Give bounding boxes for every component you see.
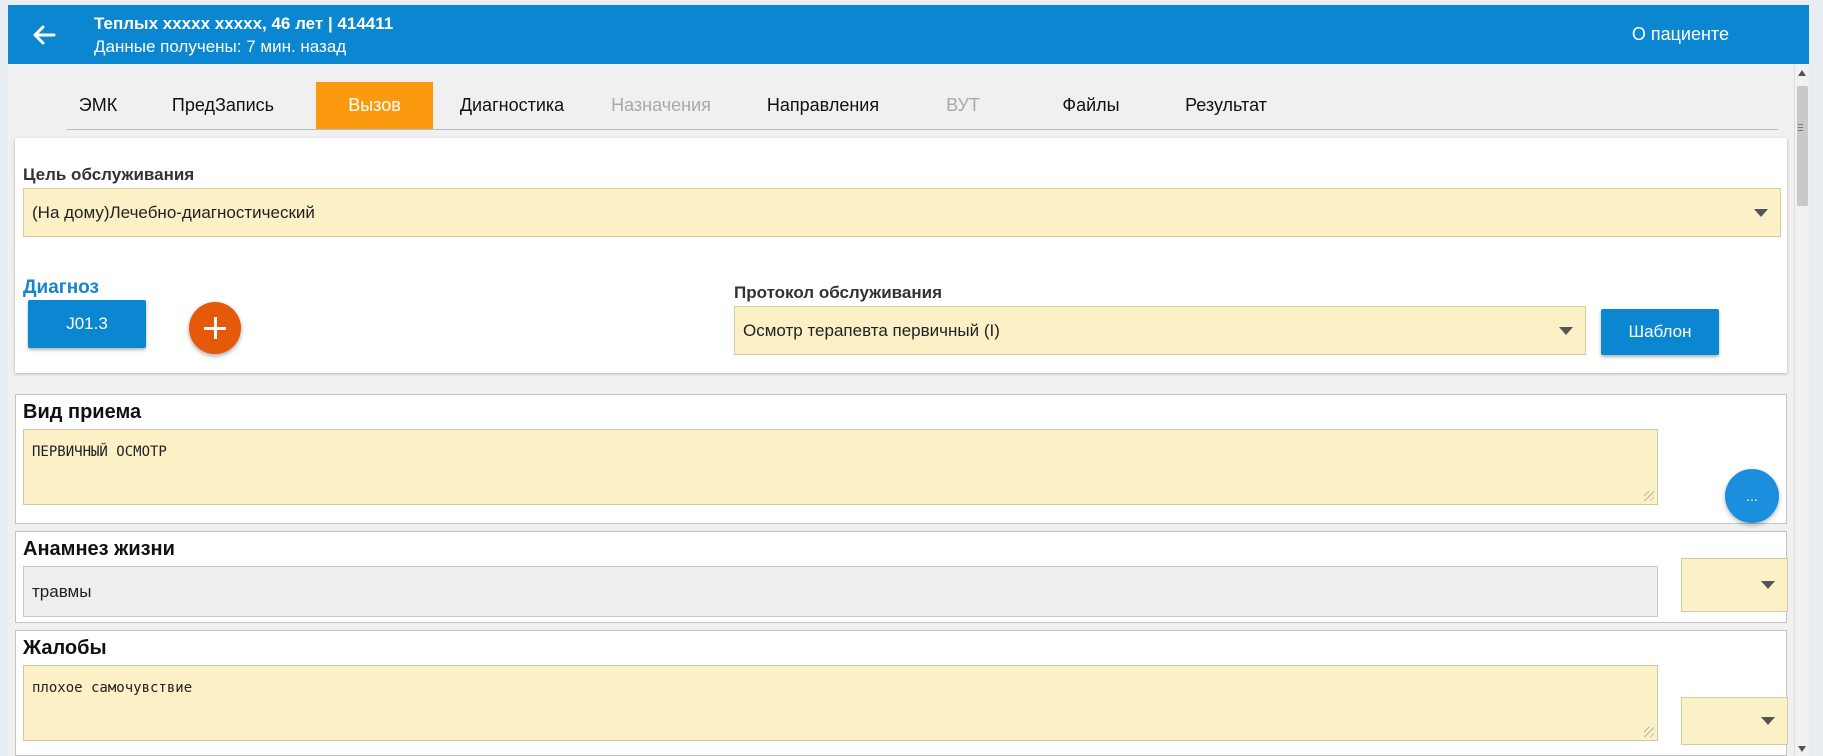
app-window: Теплых xxxxx xxxxx, 46 лет | 414411 Данн… bbox=[8, 5, 1809, 756]
complaints-section: Жалобы плохое самочувствие bbox=[15, 630, 1788, 756]
life-anamnesis-section: Анамнез жизни травмы bbox=[15, 531, 1788, 623]
chevron-down-icon bbox=[1761, 717, 1775, 725]
visit-type-textarea[interactable]: ПЕРВИЧНЫЙ ОСМОТР bbox=[23, 429, 1658, 505]
tab-diagnostika[interactable]: Диагностика bbox=[453, 82, 571, 129]
protocol-value: Осмотр терапевта первичный (I) bbox=[743, 320, 1000, 340]
complaints-value: плохое самочувствие bbox=[32, 680, 193, 696]
tab-vyzov[interactable]: Вызов bbox=[316, 82, 433, 129]
tab-emk[interactable]: ЭМК bbox=[66, 82, 130, 129]
life-anamnesis-dropdown[interactable] bbox=[1681, 558, 1788, 612]
life-anamnesis-value: травмы bbox=[32, 581, 92, 601]
scroll-up-arrow-icon[interactable] bbox=[1798, 70, 1806, 76]
service-goal-label: Цель обслуживания bbox=[23, 165, 195, 184]
diagnosis-label[interactable]: Диагноз bbox=[23, 277, 99, 299]
service-goal-select[interactable]: (На дому)Лечебно-диагностический bbox=[23, 188, 1781, 237]
complaints-dropdown[interactable] bbox=[1681, 697, 1788, 745]
data-received-status: Данные получены: 7 мин. назад bbox=[94, 37, 347, 56]
service-card: Цель обслуживания (На дому)Лечебно-диагн… bbox=[15, 138, 1787, 373]
patient-title: Теплых xxxxx xxxxx, 46 лет | 414411 bbox=[94, 14, 394, 33]
protocol-select[interactable]: Осмотр терапевта первичный (I) bbox=[734, 306, 1586, 355]
resize-grip-icon[interactable] bbox=[1644, 491, 1654, 501]
tab-naznacheniya: Назначения bbox=[611, 95, 711, 115]
tab-vut: ВУТ bbox=[946, 95, 980, 115]
visit-type-section: Вид приема ПЕРВИЧНЫЙ ОСМОТР ... bbox=[15, 394, 1787, 524]
chevron-down-icon bbox=[1559, 326, 1573, 335]
tab-faily[interactable]: Файлы bbox=[1056, 82, 1126, 129]
template-button[interactable]: Шаблон bbox=[1601, 309, 1719, 355]
tab-prezapis[interactable]: ПредЗапись bbox=[166, 82, 280, 129]
scroll-down-arrow-icon[interactable] bbox=[1798, 746, 1806, 752]
about-patient-link[interactable]: О пациенте bbox=[1632, 24, 1729, 45]
life-anamnesis-title: Анамнез жизни bbox=[23, 538, 175, 560]
vertical-scrollbar[interactable] bbox=[1794, 64, 1809, 756]
visit-type-value: ПЕРВИЧНЫЙ ОСМОТР bbox=[32, 444, 167, 460]
scrollbar-thumb[interactable] bbox=[1797, 86, 1808, 206]
tab-bar: ЭМК ПредЗапись Вызов Диагностика Назначе… bbox=[66, 82, 1778, 130]
tab-napravleniya[interactable]: Направления bbox=[760, 82, 886, 129]
life-anamnesis-field[interactable]: травмы bbox=[23, 566, 1658, 617]
resize-grip-icon[interactable] bbox=[1644, 727, 1654, 737]
patient-header: Теплых xxxxx xxxxx, 46 лет | 414411 Данн… bbox=[8, 5, 1809, 64]
protocol-label: Протокол обслуживания bbox=[734, 283, 942, 302]
visit-type-title: Вид приема bbox=[23, 401, 142, 423]
chevron-down-icon bbox=[1754, 208, 1768, 217]
tab-rezultat[interactable]: Результат bbox=[1176, 82, 1276, 129]
scrollbar-grip-icon bbox=[1798, 124, 1803, 125]
chevron-down-icon bbox=[1761, 581, 1775, 589]
diagnosis-code-button[interactable]: J01.3 bbox=[28, 300, 146, 348]
more-actions-button[interactable]: ... bbox=[1725, 469, 1779, 523]
complaints-title: Жалобы bbox=[23, 637, 107, 659]
service-goal-value: (На дому)Лечебно-диагностический bbox=[32, 202, 315, 222]
complaints-textarea[interactable]: плохое самочувствие bbox=[23, 665, 1658, 741]
back-arrow-icon[interactable] bbox=[28, 19, 60, 51]
main-content: ЭМК ПредЗапись Вызов Диагностика Назначе… bbox=[8, 64, 1794, 756]
add-diagnosis-button[interactable] bbox=[189, 302, 241, 354]
